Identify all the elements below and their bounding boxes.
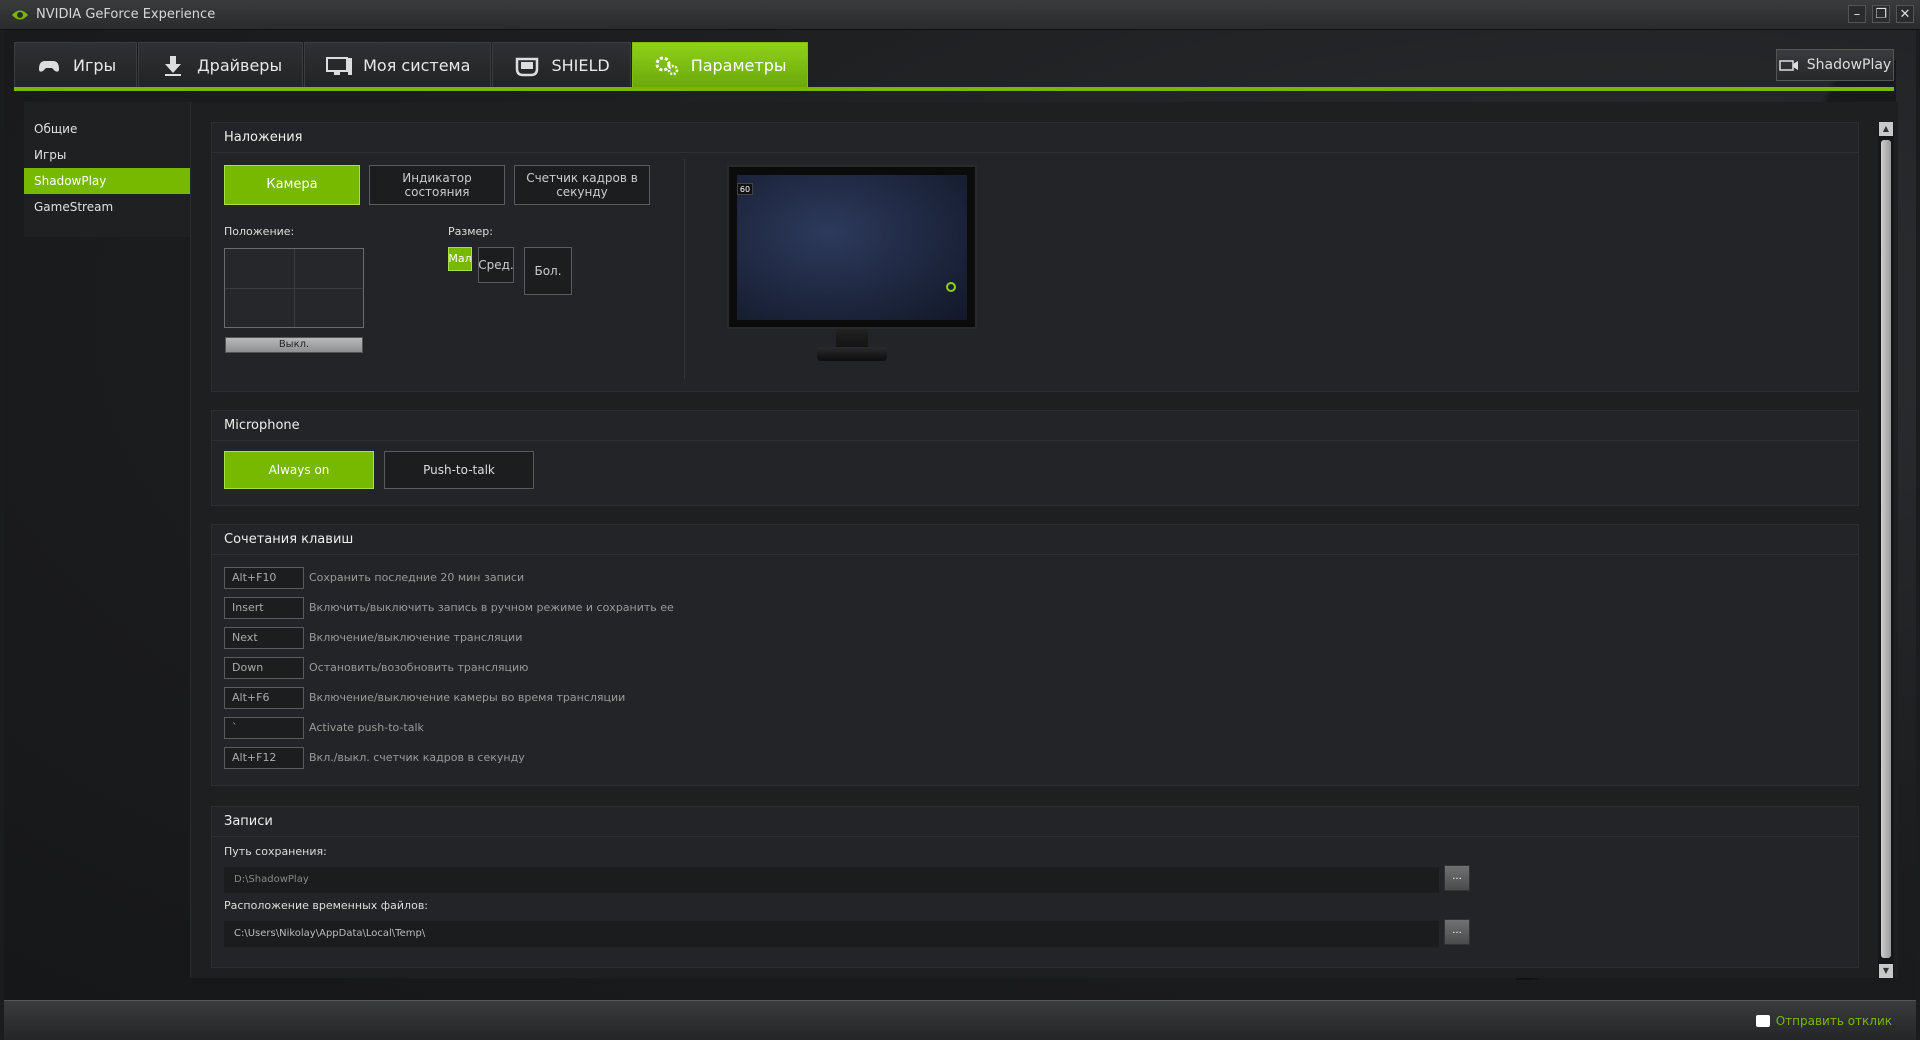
temp-path-field[interactable]: C:\Users\Nikolay\AppData\Local\Temp\ (224, 921, 1439, 947)
scroll-thumb[interactable] (1881, 140, 1891, 958)
hotkey-field[interactable]: Down (224, 657, 304, 679)
preview-screen: 60 (727, 165, 977, 329)
hotkey-row: Insert Включить/выключить запись в ручно… (224, 597, 924, 619)
content-scrollbar[interactable]: ▲ ▼ (1878, 122, 1894, 978)
main-tabs: Игры Драйверы Моя система SHIELD Парамет… (14, 42, 809, 88)
settings-content: Наложения Камера Индикатор состояния Сче… (190, 102, 1898, 978)
save-path-browse-button[interactable]: ... (1444, 865, 1470, 891)
hotkey-row: Down Остановить/возобновить трансляцию (224, 657, 924, 679)
scroll-down-icon[interactable]: ▼ (1879, 964, 1893, 978)
hotkey-field[interactable]: Alt+F10 (224, 567, 304, 589)
shield-device-icon (516, 57, 539, 76)
overlay-status-indicator-button[interactable]: Индикатор состояния (369, 165, 505, 205)
size-label: Размер: (448, 225, 493, 238)
sidebar-item-general[interactable]: Общие (24, 116, 190, 142)
tab-my-system[interactable]: Моя система (304, 42, 492, 88)
tab-label: Игры (73, 56, 117, 75)
hotkey-description: Включить/выключить запись в ручном режим… (309, 601, 674, 614)
hotkey-field[interactable]: ` (224, 717, 304, 739)
hotkey-field[interactable]: Alt+F6 (224, 687, 304, 709)
size-large-button[interactable]: Бол. (524, 247, 572, 295)
overlays-section: Наложения Камера Индикатор состояния Сче… (211, 122, 1859, 392)
title-bar: NVIDIA GeForce Experience – ❐ ✕ (0, 0, 1920, 30)
monitor-icon (326, 56, 353, 75)
tab-games[interactable]: Игры (14, 42, 138, 88)
send-feedback-link[interactable]: Отправить отклик (1755, 1014, 1892, 1028)
hotkey-field[interactable]: Next (224, 627, 304, 649)
sidebar-item-shadowplay[interactable]: ShadowPlay (24, 168, 190, 194)
overlay-divider (684, 159, 685, 379)
status-bar: Отправить отклик (4, 1000, 1916, 1040)
hotkey-description: Остановить/возобновить трансляцию (309, 661, 529, 674)
hotkey-field[interactable]: Alt+F12 (224, 747, 304, 769)
size-small-button[interactable]: Мал (448, 247, 472, 271)
settings-sidebar: Общие Игры ShadowPlay GameStream (24, 102, 190, 237)
tab-label: SHIELD (551, 56, 610, 75)
recordings-section: Записи Путь сохранения: D:\ShadowPlay ..… (211, 806, 1859, 968)
tab-settings[interactable]: Параметры (631, 42, 808, 88)
temp-path-label: Расположение временных файлов: (224, 899, 429, 912)
scroll-up-icon[interactable]: ▲ (1879, 122, 1893, 136)
hotkey-row: Alt+F12 Вкл./выкл. счетчик кадров в секу… (224, 747, 924, 769)
window-title: NVIDIA GeForce Experience (36, 7, 216, 22)
hotkey-description: Вкл./выкл. счетчик кадров в секунду (309, 751, 525, 764)
position-label: Положение: (224, 225, 295, 238)
tab-shield[interactable]: SHIELD (492, 42, 631, 88)
hotkey-field[interactable]: Insert (224, 597, 304, 619)
close-button[interactable]: ✕ (1896, 5, 1914, 23)
gamepad-icon (39, 60, 59, 72)
speech-bubble-icon (1755, 1015, 1770, 1027)
size-medium-button[interactable]: Сред. (478, 247, 514, 283)
tab-label: Параметры (690, 56, 787, 75)
hotkey-row: Next Включение/выключение трансляции (224, 627, 924, 649)
temp-path-browse-button[interactable]: ... (1444, 919, 1470, 945)
hotkey-description: Activate push-to-talk (309, 721, 424, 734)
sidebar-item-gamestream[interactable]: GameStream (24, 194, 190, 220)
save-path-field[interactable]: D:\ShadowPlay (224, 867, 1439, 893)
section-title: Microphone (212, 411, 1858, 441)
microphone-section: Microphone Always on Push-to-talk (211, 410, 1859, 506)
minimize-button[interactable]: – (1848, 5, 1866, 23)
hotkeys-section: Сочетания клавиш Alt+F10 Сохранить после… (211, 524, 1859, 786)
mic-always-on-button[interactable]: Always on (224, 451, 374, 489)
shadowplay-label: ShadowPlay (1806, 57, 1892, 73)
overlay-preview-monitor: 60 (727, 165, 977, 365)
hotkey-row: Alt+F10 Сохранить последние 20 мин запис… (224, 567, 924, 589)
overlay-camera-button[interactable]: Камера (224, 165, 360, 205)
hotkey-description: Включение/выключение трансляции (309, 631, 523, 644)
sidebar-item-games[interactable]: Игры (24, 142, 190, 168)
position-grid[interactable] (224, 248, 364, 328)
tab-label: Драйверы (197, 56, 283, 75)
position-off-button[interactable]: Выкл. (225, 337, 363, 353)
section-title: Наложения (212, 123, 1858, 153)
nvidia-logo-icon (12, 10, 28, 20)
hotkey-row: ` Activate push-to-talk (224, 717, 924, 739)
download-icon (165, 55, 182, 76)
tab-drivers[interactable]: Драйверы (138, 42, 304, 88)
tab-underline (14, 87, 1894, 91)
section-title: Записи (212, 807, 1858, 837)
hotkey-description: Включение/выключение камеры во время тра… (309, 691, 626, 704)
mic-push-to-talk-button[interactable]: Push-to-talk (384, 451, 534, 489)
save-path-label: Путь сохранения: (224, 845, 327, 858)
gears-icon (655, 56, 678, 75)
restore-button[interactable]: ❐ (1872, 5, 1890, 23)
hotkey-row: Alt+F6 Включение/выключение камеры во вр… (224, 687, 924, 709)
camera-icon (1779, 60, 1798, 71)
feedback-label: Отправить отклик (1775, 1014, 1892, 1028)
section-title: Сочетания клавиш (212, 525, 1858, 555)
preview-fps-counter: 60 (737, 183, 753, 195)
preview-camera-dot-icon (946, 282, 956, 292)
hotkey-description: Сохранить последние 20 мин записи (309, 571, 525, 584)
overlay-fps-counter-button[interactable]: Счетчик кадров в секунду (514, 165, 650, 205)
shadowplay-button[interactable]: ShadowPlay (1776, 49, 1894, 81)
tab-label: Моя система (363, 56, 471, 75)
